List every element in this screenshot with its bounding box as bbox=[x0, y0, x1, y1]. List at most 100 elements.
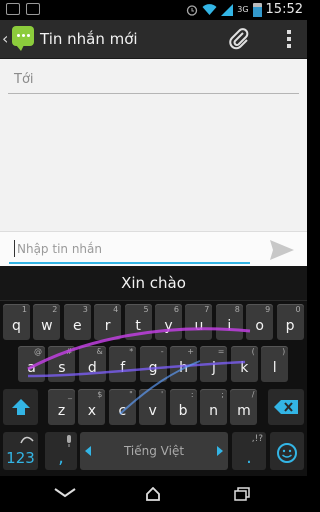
recipient-field[interactable]: Tới bbox=[8, 69, 299, 94]
keyboard-icon bbox=[6, 3, 20, 15]
numbers-key[interactable]: 123 bbox=[3, 432, 38, 470]
shift-key[interactable] bbox=[3, 389, 38, 425]
page-title: Tin nhắn mới bbox=[40, 30, 138, 48]
key-l[interactable]: ) l bbox=[261, 346, 289, 382]
key-hint: ; bbox=[221, 390, 224, 399]
key-hint: / bbox=[251, 390, 255, 399]
period-key[interactable]: ,!? . bbox=[232, 432, 266, 470]
key-t[interactable]: 5t bbox=[124, 304, 152, 340]
key-hint: # bbox=[65, 347, 73, 356]
key-hint: 2 bbox=[52, 305, 58, 314]
key-label: l bbox=[272, 360, 277, 376]
key-n[interactable]: ; n bbox=[200, 389, 227, 425]
key-label: b bbox=[178, 403, 188, 419]
key-g[interactable]: -g bbox=[139, 346, 167, 382]
key-u[interactable]: 7u bbox=[185, 304, 213, 340]
key-c[interactable]: " c bbox=[108, 389, 136, 425]
key-s[interactable]: # s bbox=[48, 346, 76, 382]
key-j[interactable]: = j bbox=[200, 346, 228, 382]
key-label: y bbox=[164, 318, 173, 334]
numbers-key-label: 123 bbox=[6, 449, 35, 467]
key-h[interactable]: + h bbox=[170, 346, 197, 382]
key-label: z bbox=[57, 403, 66, 419]
attach-icon[interactable] bbox=[228, 28, 250, 50]
messaging-app-icon[interactable] bbox=[12, 26, 34, 51]
back-icon[interactable]: ‹ bbox=[2, 29, 8, 48]
key-e[interactable]: 3e bbox=[63, 304, 91, 340]
period-hint: ,!? bbox=[251, 434, 263, 444]
key-label: x bbox=[87, 403, 97, 419]
key-y[interactable]: 6y bbox=[155, 304, 182, 340]
key-x[interactable]: $ x bbox=[78, 389, 106, 425]
key-r[interactable]: 4r bbox=[94, 304, 122, 340]
key-w[interactable]: 2w bbox=[33, 304, 61, 340]
suggestion-word[interactable]: Xin chào bbox=[121, 274, 186, 292]
home-icon[interactable] bbox=[145, 487, 161, 501]
key-hint: 8 bbox=[234, 305, 240, 314]
key-label: q bbox=[12, 318, 21, 334]
key-d[interactable]: & d bbox=[78, 346, 106, 382]
key-label: f bbox=[120, 360, 126, 376]
key-hint: + bbox=[187, 347, 194, 356]
swype-icon bbox=[20, 436, 34, 444]
keyboard: Xin chào 123 , Tiếng Việt ,!? . 1q2w3e4r… bbox=[0, 266, 307, 476]
key-label: m bbox=[237, 403, 251, 419]
signal-icon bbox=[221, 3, 234, 16]
key-hint: 1 bbox=[21, 305, 27, 314]
key-label: i bbox=[227, 318, 232, 334]
delete-key[interactable] bbox=[268, 389, 304, 425]
recents-icon[interactable] bbox=[234, 487, 250, 501]
period-key-label: . bbox=[246, 447, 252, 468]
key-label: g bbox=[148, 360, 158, 376]
key-v[interactable]: ' v bbox=[139, 389, 167, 425]
key-label: e bbox=[72, 318, 82, 334]
key-a[interactable]: @ a bbox=[18, 346, 45, 382]
mic-icon bbox=[67, 435, 71, 447]
key-hint: 3 bbox=[82, 305, 88, 314]
comma-key-label: , bbox=[58, 447, 64, 468]
key-label: h bbox=[179, 360, 188, 376]
emoji-icon bbox=[277, 443, 297, 463]
key-k[interactable]: (k bbox=[230, 346, 258, 382]
composer: Nhập tin nhắn bbox=[0, 231, 307, 267]
key-hint: _ bbox=[68, 390, 72, 399]
key-label: w bbox=[41, 318, 53, 334]
suggestion-bar: Xin chào bbox=[0, 266, 307, 301]
key-o[interactable]: 9o bbox=[246, 304, 274, 340]
key-p[interactable]: 0p bbox=[276, 304, 304, 340]
key-label: r bbox=[104, 318, 111, 334]
key-z[interactable]: _ z bbox=[48, 389, 75, 425]
overflow-menu-icon[interactable] bbox=[287, 30, 291, 51]
key-label: a bbox=[27, 360, 36, 376]
recipient-placeholder: Tới bbox=[14, 72, 34, 87]
clock: 15:52 bbox=[265, 2, 303, 17]
back-nav-icon[interactable] bbox=[53, 487, 77, 499]
backspace-icon bbox=[274, 400, 298, 414]
network-type: 3G bbox=[237, 5, 249, 14]
key-hint: " bbox=[129, 390, 133, 399]
image-icon bbox=[26, 3, 40, 15]
key-m[interactable]: / m bbox=[230, 389, 258, 425]
key-f[interactable]: * f bbox=[109, 346, 137, 382]
space-key[interactable]: Tiếng Việt bbox=[80, 432, 228, 470]
message-placeholder: Nhập tin nhắn bbox=[17, 242, 102, 256]
key-q[interactable]: 1q bbox=[3, 304, 30, 340]
key-label: u bbox=[194, 318, 204, 334]
alarm-icon bbox=[187, 4, 198, 16]
key-label: v bbox=[148, 403, 157, 419]
comma-key[interactable]: , bbox=[45, 432, 77, 470]
send-icon[interactable] bbox=[269, 239, 295, 261]
wifi-icon bbox=[202, 3, 217, 15]
recipient-area: Tới bbox=[0, 59, 307, 231]
key-label: d bbox=[87, 360, 97, 376]
key-hint: @ bbox=[34, 347, 42, 356]
key-b[interactable]: :b bbox=[169, 389, 197, 425]
message-input[interactable]: Nhập tin nhắn bbox=[9, 236, 250, 264]
key-label: n bbox=[209, 403, 218, 419]
key-label: k bbox=[240, 360, 249, 376]
emoji-key[interactable] bbox=[270, 432, 304, 470]
key-i[interactable]: 8i bbox=[215, 304, 243, 340]
key-label: t bbox=[135, 318, 141, 334]
battery-icon bbox=[252, 2, 262, 17]
navigation-bar bbox=[0, 476, 307, 512]
